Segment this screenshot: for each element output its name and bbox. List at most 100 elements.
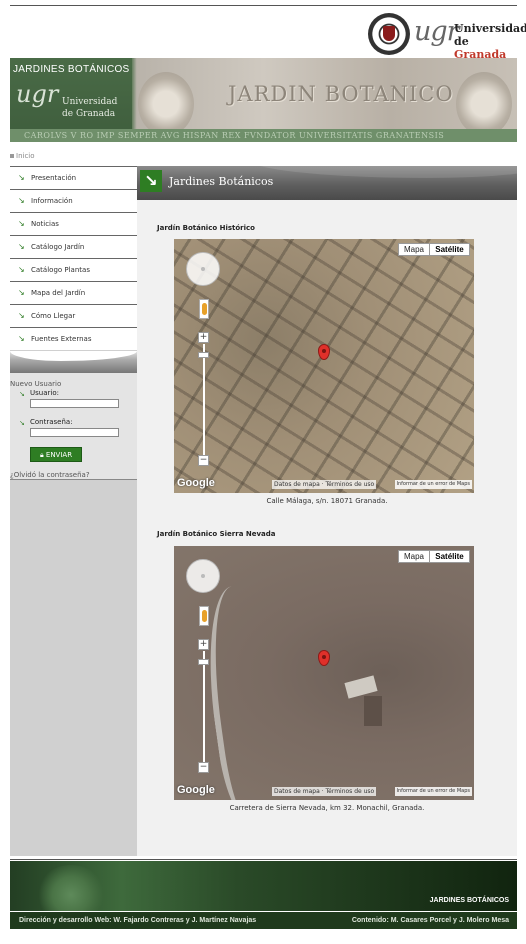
nav-item-como-llegar[interactable]: ↘ Cómo Llegar [10,304,137,327]
medallion-right-image [456,72,512,136]
arrow-down-right-icon: ↘ [140,170,162,192]
ugr-de: de [454,35,469,48]
nav-label: Información [31,197,73,205]
map-type-satelite-button[interactable]: Satélite [429,550,470,563]
banner-ugr-letters: ugr [16,80,59,108]
header-wave-decoration [247,166,517,178]
garden-address-sierra-nevada: Carretera de Sierra Nevada, km 32. Monac… [229,804,425,812]
nav-label: Catálogo Plantas [31,266,90,274]
map-type-satelite-button[interactable]: Satélite [429,243,470,256]
username-label: Usuario: [30,389,59,397]
arrow-down-right-icon: ↘ [18,242,25,251]
breadcrumb-home-link[interactable]: Inicio [16,152,35,160]
content-header: ↘ Jardines Botánicos [137,166,517,200]
nav-label: Catálogo Jardín [31,243,85,251]
nav-item-presentacion[interactable]: ↘ Presentación [10,166,137,189]
page-shell: ↘ Presentación ↘ Información ↘ Noticias ↘ Ca… [10,166,517,856]
footer-credits-content: Contenido: M. Casares Porcel y J. Molero… [351,917,509,924]
nav-item-fuentes-externas[interactable]: ↘ Fuentes Externas [10,327,137,350]
nav-item-catalogo-plantas[interactable]: ↘ Catálogo Plantas [10,258,137,281]
send-button[interactable]: 🔒︎ ENVIAR [30,447,82,462]
map-sierra-nevada[interactable]: Mapa Satélite + − Google Datos de mapa ·… [174,546,474,800]
send-label: ENVIAR [45,451,73,459]
arrow-down-right-icon: ↘ [18,173,25,182]
medallion-left-image [138,72,194,136]
zoom-slider-thumb[interactable] [198,659,209,665]
nav-label: Noticias [31,220,59,228]
ugr-logo[interactable]: ugr Universidad de Granada [366,12,526,61]
zoom-in-button[interactable]: + [198,332,209,343]
map-pin-icon[interactable] [318,650,330,666]
google-logo: Google [177,477,215,489]
banner-uni-line2: de Granada [62,109,116,119]
main-content: ↘ Jardines Botánicos Jardín Botánico His… [137,166,517,856]
arrow-down-right-icon: ↘ [18,311,25,320]
map-attribution-link[interactable]: Datos de mapa · Términos de uso [272,480,377,489]
garden-address-historico: Calle Málaga, s/n. 18071 Granada. [266,497,388,505]
arrow-down-right-icon: ↘ [18,288,25,297]
garden-title-historico: Jardín Botánico Histórico [157,224,255,232]
breadcrumb: Inicio [10,152,35,160]
forgot-password-link[interactable]: ¿Olvidó la contraseña? [10,471,90,479]
nav-label: Cómo Llegar [31,312,76,320]
bullet-icon [10,154,14,158]
pan-control[interactable] [186,559,220,593]
ugr-letters: ugr [414,16,460,47]
banner-university: Universidad de Granada [62,96,117,120]
arrow-down-right-icon: ↘ [18,196,25,205]
ugr-seal-icon [368,13,410,55]
map-pin-icon[interactable] [318,344,330,360]
zoom-slider-track[interactable] [203,344,205,455]
google-logo: Google [177,784,215,796]
arrow-down-right-icon: ↘ [18,334,25,343]
banner-signboard: JARDIN BOTANICO [228,82,454,106]
map-building [364,696,382,726]
footer-banner: JARDINES BOTÁNICOS [10,861,517,911]
footer-divider [10,859,517,860]
map-type-mapa-button[interactable]: Mapa [398,243,430,256]
map-attribution-link[interactable]: Datos de mapa · Términos de uso [272,787,377,796]
zoom-slider-thumb[interactable] [198,352,209,358]
banner-uni-line1: Universidad [62,97,118,107]
header-banner: JARDINES BOTÁNICOS ugr Universidad de Gra… [10,58,517,142]
garden-title-sierra-nevada: Jardín Botánico Sierra Nevada [157,530,276,538]
nav-item-mapa-jardin[interactable]: ↘ Mapa del Jardín [10,281,137,304]
username-field[interactable] [30,399,119,408]
password-label: Contraseña: [30,418,73,426]
arrow-down-right-icon: ↘ [19,390,25,398]
arrow-down-right-icon: ↘ [19,419,25,427]
ugr-name-line1: Universidad [454,22,526,35]
nav-item-informacion[interactable]: ↘ Información [10,189,137,212]
footer-credits-dev: Dirección y desarrollo Web: W. Fajardo C… [19,917,257,924]
sidebar: ↘ Presentación ↘ Información ↘ Noticias ↘ Ca… [10,166,137,856]
nav-label: Fuentes Externas [31,335,92,343]
nav-item-catalogo-jardin[interactable]: ↘ Catálogo Jardín [10,235,137,258]
pan-control[interactable] [186,252,220,286]
footer-brand: JARDINES BOTÁNICOS [429,897,509,904]
pegman-icon[interactable] [199,606,209,626]
map-road [196,582,288,800]
arrow-down-right-icon: ↘ [18,265,25,274]
top-divider [10,5,517,6]
zoom-out-button[interactable]: − [198,455,209,466]
map-type-mapa-button[interactable]: Mapa [398,550,430,563]
banner-inscription: CAROLVS V RO IMP SEMPER AVG HISPAN REX F… [10,129,517,142]
pegman-icon[interactable] [199,299,209,319]
login-form: Nuevo Usuario ↘ Usuario: ↘ Contraseña: 🔒… [10,373,137,480]
footer-credits: Dirección y desarrollo Web: W. Fajardo C… [10,912,517,929]
zoom-out-button[interactable]: − [198,762,209,773]
zoom-in-button[interactable]: + [198,639,209,650]
nav-item-noticias[interactable]: ↘ Noticias [10,212,137,235]
zoom-slider-track[interactable] [203,651,205,762]
report-error-link[interactable]: Informar de un error de Maps [394,480,472,489]
password-field[interactable] [30,428,119,437]
page-title: Jardines Botánicos [169,175,274,188]
footer-seal-image [36,865,106,911]
banner-title: JARDINES BOTÁNICOS [13,64,130,75]
new-user-link[interactable]: Nuevo Usuario [10,380,61,388]
nav-label: Mapa del Jardín [31,289,86,297]
map-historico[interactable]: Mapa Satélite + − Google Datos de mapa ·… [174,239,474,493]
arrow-down-right-icon: ↘ [18,219,25,228]
nav-label: Presentación [31,174,77,182]
report-error-link[interactable]: Informar de un error de Maps [394,787,472,796]
